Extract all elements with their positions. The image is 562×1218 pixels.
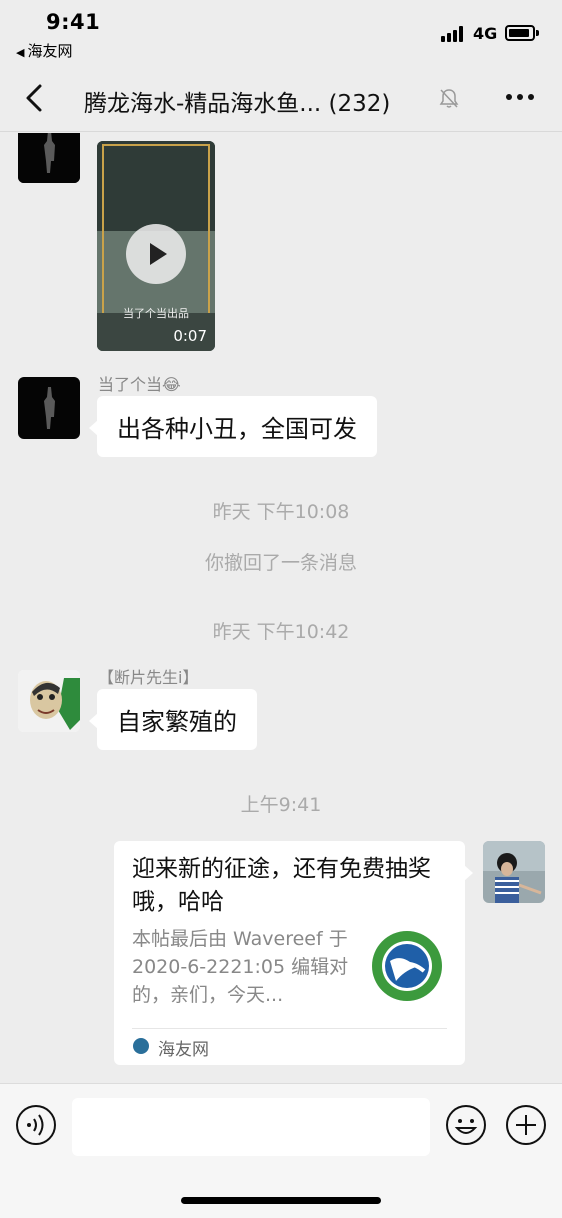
input-bar	[0, 1083, 562, 1218]
recall-notice: 你撤回了一条消息	[204, 552, 357, 574]
home-indicator[interactable]	[181, 1197, 381, 1204]
back-arrow-icon[interactable]	[20, 82, 50, 114]
video-message[interactable]: 当了个当出品 0:07	[97, 141, 215, 351]
link-card-logo	[372, 931, 442, 1001]
video-caption: 当了个当出品	[123, 307, 189, 320]
sender-name: 当了个当😂	[98, 375, 181, 394]
avatar[interactable]	[18, 133, 80, 183]
link-card-description: 本帖最后由 Wavereef 于 2020-6-2221:05 编辑对的，亲们，…	[132, 928, 349, 1006]
timestamp: 昨天 下午10:42	[212, 621, 350, 643]
my-avatar[interactable]	[483, 841, 545, 903]
chat-title: 腾龙海水-精品海水鱼... (232)	[84, 84, 390, 118]
more-options-icon[interactable]	[504, 94, 536, 102]
timestamp: 上午9:41	[240, 794, 322, 816]
back-triangle-icon: ◀	[16, 46, 25, 59]
group-name: 腾龙海水-精品海水鱼...	[84, 91, 322, 117]
divider	[132, 1028, 447, 1029]
sender-name: 【断片先生i】	[98, 668, 199, 687]
status-time: 9:41	[46, 10, 101, 34]
link-card-title: 迎来新的征途，还有免费抽奖哦，哈哈	[132, 856, 431, 915]
play-icon[interactable]	[126, 224, 186, 284]
emoji-icon[interactable]	[445, 1104, 487, 1146]
plus-icon[interactable]	[505, 1104, 547, 1146]
status-bar: 9:41 ◀ 海友网 4G	[0, 0, 562, 64]
network-type: 4G	[473, 24, 498, 43]
link-card-source: 海友网	[158, 1040, 209, 1060]
link-card-message[interactable]: 迎来新的征途，还有免费抽奖哦，哈哈 本帖最后由 Wavereef 于 2020-…	[114, 841, 473, 1065]
member-count: (232)	[328, 91, 391, 117]
message-bubble[interactable]: 出各种小丑，全国可发	[89, 396, 377, 457]
source-logo-icon	[133, 1038, 149, 1054]
avatar[interactable]	[18, 670, 80, 732]
voice-input-icon[interactable]	[15, 1104, 57, 1146]
back-app-label: 海友网	[27, 42, 73, 60]
avatar[interactable]	[18, 377, 80, 439]
video-duration: 0:07	[173, 327, 207, 345]
timestamp: 昨天 下午10:08	[212, 501, 350, 523]
mute-bell-icon	[439, 89, 459, 108]
battery-icon	[505, 25, 539, 41]
message-bubble[interactable]: 自家繁殖的	[89, 689, 257, 750]
chat-header: 腾龙海水-精品海水鱼... (232)	[0, 64, 562, 132]
back-to-app-link[interactable]: ◀ 海友网	[16, 40, 72, 61]
message-input[interactable]	[72, 1098, 430, 1156]
message-list[interactable]: 当了个当出品 0:07 当了个当😂 出各种小丑，全国可发 昨天 下午10:08 …	[0, 133, 562, 1083]
signal-icon	[441, 26, 467, 42]
